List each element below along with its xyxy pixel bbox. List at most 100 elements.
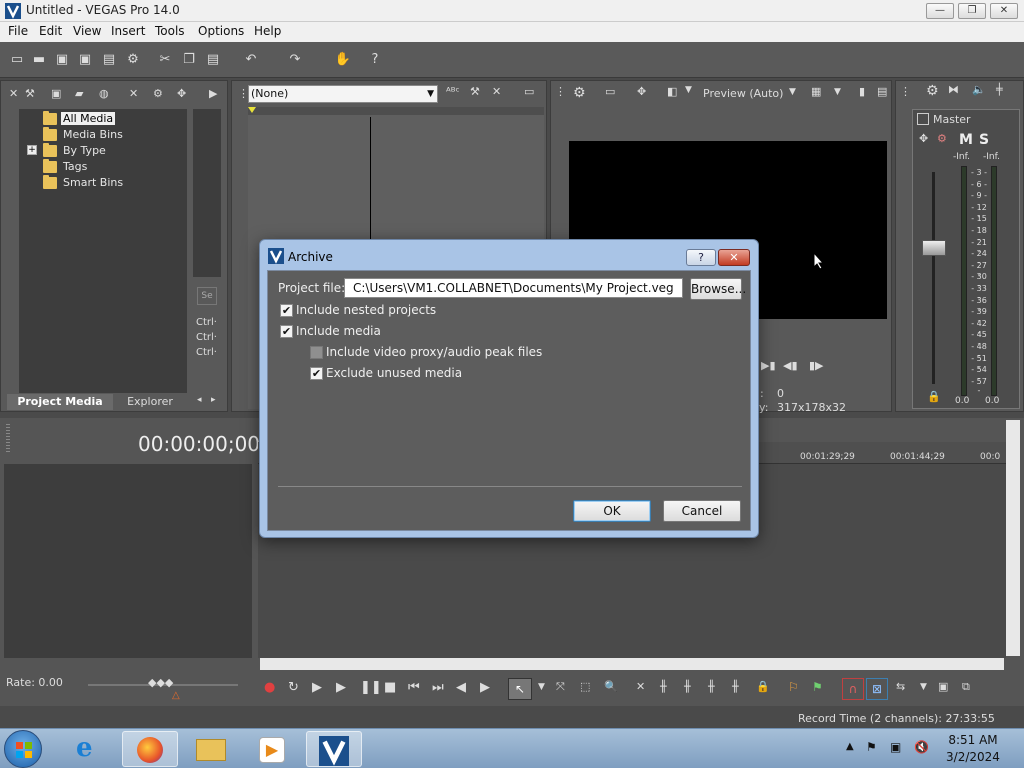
trim-end-icon[interactable]: ╫: [708, 680, 715, 693]
menu-help[interactable]: Help: [254, 24, 281, 38]
timeline-timecode[interactable]: 00:00:00;00: [138, 432, 260, 456]
search-field-stub[interactable]: Se: [197, 287, 217, 305]
trimmer-source-dropdown[interactable]: (None) ▼: [248, 85, 438, 103]
overlays-grid-icon[interactable]: ▦: [811, 85, 821, 98]
menu-view[interactable]: View: [73, 24, 101, 38]
tree-item-all-media[interactable]: All Media: [43, 111, 153, 127]
external-monitor-icon[interactable]: ▭: [605, 85, 615, 98]
play-from-start-icon[interactable]: ▶: [312, 680, 322, 695]
prev-marker-icon[interactable]: ◀▮: [783, 359, 798, 372]
go-to-start-icon[interactable]: ⏮: [408, 680, 420, 695]
rate-slider-handle[interactable]: ◆◆◆: [148, 676, 173, 689]
trim-tool-icon[interactable]: ⚒: [470, 85, 480, 98]
preview-settings-gear-icon[interactable]: ⚙: [573, 85, 586, 101]
cancel-button[interactable]: Cancel: [663, 500, 741, 522]
menu-options[interactable]: Options: [198, 24, 244, 38]
chevron-down-icon[interactable]: ▼: [834, 87, 841, 97]
dialog-close-button[interactable]: ✕: [718, 249, 750, 266]
undo-icon[interactable]: ↶: [242, 51, 260, 69]
menu-file[interactable]: File: [8, 24, 28, 38]
lock-events-icon[interactable]: 🔒: [756, 680, 770, 693]
whats-this-help-icon[interactable]: ?: [366, 51, 384, 69]
trim-icon[interactable]: ╫: [660, 680, 667, 693]
redo-icon[interactable]: ↷: [286, 51, 304, 69]
expand-toggle[interactable]: +: [27, 145, 37, 155]
abc-tool-icon[interactable]: ᴬᴮᶜ: [446, 85, 460, 98]
menu-tools[interactable]: Tools: [155, 24, 185, 38]
lock-envelopes-icon[interactable]: ▣: [938, 680, 948, 693]
include-nested-checkbox[interactable]: ✔: [280, 304, 293, 317]
previous-frame-icon[interactable]: ◀: [456, 680, 466, 695]
tree-item-smart-bins[interactable]: Smart Bins: [43, 175, 153, 191]
paste-icon[interactable]: ▤: [204, 51, 222, 69]
trimmer-clear-icon[interactable]: ✕: [492, 85, 501, 98]
master-toggle[interactable]: [917, 113, 929, 125]
envelope-tool-icon[interactable]: ⤧: [556, 680, 565, 694]
tab-scroll-right-icon[interactable]: ▸: [211, 395, 216, 405]
menu-edit[interactable]: Edit: [39, 24, 62, 38]
start-button[interactable]: [4, 730, 42, 768]
chevron-down-icon[interactable]: ▼: [538, 682, 545, 692]
record-icon[interactable]: ●: [264, 680, 275, 695]
marker-insert-icon[interactable]: ⚐: [788, 680, 799, 694]
web-icon[interactable]: ◍: [99, 87, 109, 100]
auto-crossfade-icon[interactable]: ⊠: [866, 678, 888, 700]
exclude-unused-checkbox[interactable]: ✔: [310, 367, 323, 380]
clock-date[interactable]: 3/2/2024: [946, 750, 1000, 764]
split-screen-icon[interactable]: ✥: [637, 85, 646, 98]
taskbar-internet-explorer[interactable]: e: [62, 731, 118, 767]
mixer-fx-icon[interactable]: ╪: [996, 83, 1003, 96]
close-window-button[interactable]: ✕: [990, 3, 1018, 19]
save-as-icon[interactable]: ▣: [76, 51, 94, 69]
project-file-input[interactable]: C:\Users\VM1.COLLABNET\Documents\My Proj…: [344, 278, 683, 298]
master-fader-handle[interactable]: [922, 240, 946, 256]
go-to-end-icon[interactable]: ⏭: [432, 680, 444, 695]
new-project-icon[interactable]: ▭: [8, 51, 26, 69]
dialog-help-button[interactable]: ?: [686, 249, 716, 266]
pause-icon[interactable]: ❚❚: [360, 680, 382, 695]
media-effects-icon[interactable]: ⚒: [25, 87, 35, 100]
save-snapshot-icon[interactable]: ▤: [877, 85, 887, 98]
chevron-down-icon[interactable]: ▼: [685, 85, 692, 95]
open-icon[interactable]: ▬: [30, 51, 48, 69]
copy-icon[interactable]: ❐: [180, 51, 198, 69]
play-icon[interactable]: ▶: [336, 680, 346, 695]
taskbar-firefox[interactable]: [122, 731, 178, 767]
solo-button[interactable]: S: [979, 132, 989, 148]
network-icon[interactable]: ▣: [890, 740, 901, 754]
snapping-magnet-icon[interactable]: ∩: [842, 678, 864, 700]
minimize-button[interactable]: —: [926, 3, 954, 19]
split-icon[interactable]: ╫: [732, 680, 739, 693]
panel-close-icon[interactable]: ✕: [9, 87, 18, 100]
trim-start-icon[interactable]: ╫: [684, 680, 691, 693]
next-frame-icon[interactable]: ▶▮: [761, 359, 776, 372]
zoom-tool-icon[interactable]: 🔍: [604, 680, 618, 693]
browse-button[interactable]: Browse...: [690, 278, 746, 300]
trimmer-options-icon[interactable]: ▭: [524, 85, 534, 98]
cut-icon[interactable]: ✂: [156, 51, 174, 69]
tree-item-media-bins[interactable]: Media Bins: [43, 127, 153, 143]
taskbar-explorer[interactable]: [184, 731, 240, 767]
import-media-icon[interactable]: ▣: [51, 87, 61, 100]
delete-icon[interactable]: ✕: [636, 680, 645, 693]
preview-fx-icon[interactable]: ◧: [667, 85, 677, 98]
capture-icon[interactable]: ▰: [75, 87, 83, 100]
ignore-grouping-icon[interactable]: ⧉: [962, 680, 970, 694]
preview-quality-label[interactable]: Preview (Auto): [703, 87, 783, 100]
chevron-down-icon[interactable]: ▼: [920, 682, 927, 692]
save-icon[interactable]: ▣: [53, 51, 71, 69]
next-frame-icon[interactable]: ▶: [480, 680, 490, 695]
mute-button[interactable]: M: [959, 132, 973, 148]
selection-tool-icon[interactable]: ⬚: [580, 680, 590, 693]
taskbar-media-player[interactable]: ▶: [244, 731, 300, 767]
mixer-gear-icon[interactable]: ⚙: [926, 83, 939, 99]
remove-media-icon[interactable]: ✕: [129, 87, 138, 100]
tree-item-tags[interactable]: Tags: [43, 159, 153, 175]
menu-insert[interactable]: Insert: [111, 24, 145, 38]
hand-tool-icon[interactable]: ✋: [334, 51, 352, 69]
vertical-scrollbar[interactable]: [1006, 420, 1020, 656]
taskbar-vegas-pro[interactable]: [306, 731, 362, 767]
track-list-area[interactable]: [4, 464, 252, 658]
region-insert-icon[interactable]: ⚑: [812, 680, 823, 694]
copy-snapshot-icon[interactable]: ▮: [859, 85, 865, 98]
